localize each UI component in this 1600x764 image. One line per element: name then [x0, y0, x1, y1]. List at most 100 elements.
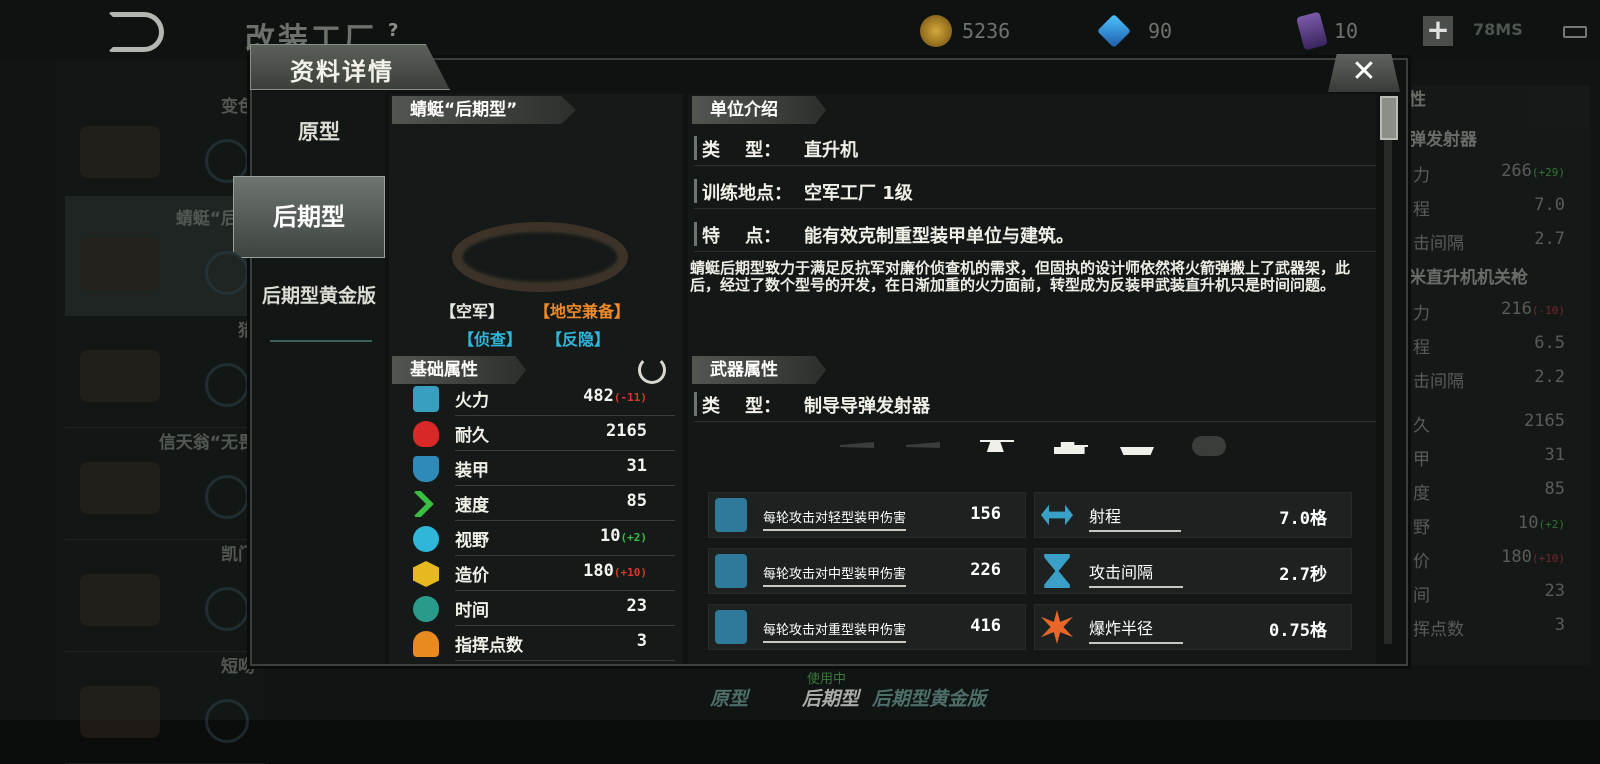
tag-anti-stealth: 【反隐】 [546, 330, 611, 349]
unit-type-icon [205, 587, 249, 631]
scrollbar-track[interactable] [1384, 96, 1392, 644]
bg-stat-row: 力 266(+29) [1413, 161, 1565, 186]
unit-type-icon [205, 475, 249, 519]
info-row-training: 训练地点： 空军工厂 1级 [694, 173, 1376, 209]
jet-thumbnail [80, 350, 160, 402]
explosion-icon [1041, 610, 1073, 644]
heavy-armor-icon [715, 610, 747, 644]
info-row-type: 类 型： 直升机 [694, 130, 1376, 166]
heart-icon [413, 421, 439, 447]
tank-icon [1054, 442, 1088, 454]
scrollbar-thumb[interactable] [1380, 96, 1398, 140]
background-stats-panel: 性 弹发射器 力 266(+29) 程 7.0 击间隔 2.7 米直升机机关枪 力 21… [1405, 85, 1590, 665]
range-card: 射程 7.0格 [1034, 492, 1352, 538]
unit-type-icon [205, 363, 249, 407]
card-resource: 10 [1296, 11, 1359, 51]
clock-icon [413, 596, 439, 622]
tab-late-gold[interactable]: 后期型黄金版 [253, 256, 385, 336]
info-row-feature: 特 点： 能有效克制重型装甲单位与建筑。 [694, 216, 1376, 252]
cost-cube-icon [413, 561, 439, 587]
blast-radius-card: 爆炸半径 0.75格 [1034, 604, 1352, 650]
bg-tab-late[interactable]: 后期型 [802, 684, 859, 711]
bg-unit-card[interactable]: 凯门 [65, 532, 265, 652]
dialog-title: 资料详情 [290, 58, 394, 86]
tag-air-force: 【空军】 [440, 302, 505, 321]
card-icon [1296, 11, 1328, 51]
command-icon [413, 631, 439, 657]
medium-armor-icon [715, 554, 747, 588]
attack-interval-card: 攻击间隔 2.7秒 [1034, 548, 1352, 594]
tag-air-ground: 【地空兼备】 [534, 302, 631, 321]
bg-unit-card[interactable]: 信天翁“无畏 [65, 420, 265, 540]
helicopter-thumbnail [80, 238, 160, 290]
back-icon[interactable] [108, 12, 164, 52]
hourglass-icon [1044, 554, 1070, 588]
eye-icon [413, 526, 439, 552]
ping-label: 78MS [1473, 20, 1523, 39]
weapon-type-row: 类 型： 制导导弹发射器 [694, 386, 1376, 422]
bg-stat-row: 程 6.5 [1413, 333, 1565, 358]
background-variant-tabs: 原型 后期型 后期型黄金版 [660, 672, 1010, 720]
bg-stat-row: 野 10(+2) [1413, 513, 1565, 538]
submarine-icon [1192, 436, 1226, 456]
stat-row-command: 指挥点数 3 [413, 627, 675, 661]
light-armor-icon [715, 498, 747, 532]
bg-unit-card[interactable]: 猎 [65, 308, 265, 428]
damage-medium-card: 每轮攻击对中型装甲伤害 226 [708, 548, 1026, 594]
tag-recon: 【侦查】 [458, 330, 523, 349]
ship-icon [1120, 447, 1154, 455]
add-resource-button[interactable]: + [1423, 16, 1453, 46]
divider [270, 340, 372, 342]
jet-thumbnail [80, 462, 160, 514]
card-amount: 10 [1334, 19, 1359, 43]
damage-light-card: 每轮攻击对轻型装甲伤害 156 [708, 492, 1026, 538]
bg-unit-card[interactable]: 短吻 [65, 644, 265, 764]
gold-amount: 5236 [962, 19, 1011, 43]
gold-resource: 5236 [920, 15, 1011, 47]
bg-stat-row: 间 23 [1413, 581, 1565, 606]
gem-resource: 90 [1097, 14, 1173, 48]
refresh-icon[interactable] [638, 356, 666, 384]
gold-coin-icon [920, 15, 952, 47]
diamond-icon [1097, 14, 1131, 48]
unit-intro-header: 单位介绍 [692, 96, 826, 124]
armor-shield-icon [413, 456, 439, 482]
tab-late[interactable]: 后期型 [233, 176, 385, 258]
stat-row-time: 时间 23 [413, 592, 675, 626]
background-unit-list: 变色 蜻蜓“后期 猎 信天翁“无畏 凯门 短吻 [55, 60, 265, 764]
gem-amount: 90 [1148, 19, 1173, 43]
speed-chevron-icon [413, 491, 434, 517]
stat-row-cost: 造价 180(+10) [413, 557, 675, 591]
helicopter-icon [980, 440, 1014, 452]
bg-tab-late-gold[interactable]: 后期型黄金版 [872, 684, 986, 711]
vehicle-thumbnail [80, 126, 160, 178]
target-type-icons [840, 436, 1226, 460]
help-icon[interactable]: ? [388, 20, 410, 42]
base-stats-header: 基础属性 [392, 356, 526, 384]
stat-row-speed: 速度 85 [413, 487, 675, 521]
fighter-jet-icon [840, 442, 874, 448]
weapon-header: 武器属性 [692, 356, 826, 384]
bg-stat-row: 度 85 [1413, 479, 1565, 504]
ship-thumbnail [80, 574, 160, 626]
bg-stat-row: 击间隔 2.2 [1413, 367, 1565, 392]
tab-prototype[interactable]: 原型 [253, 92, 385, 172]
unit-model-ring [452, 222, 628, 292]
close-button[interactable]: ✕ [1328, 54, 1400, 92]
bg-stat-row: 程 7.0 [1413, 195, 1565, 220]
unit-type-icon [205, 699, 249, 743]
bg-stat-row: 力 216(-10) [1413, 299, 1565, 324]
bg-stat-row: 久 2165 [1413, 411, 1565, 436]
bg-stat-row: 甲 31 [1413, 445, 1565, 470]
bg-stat-row: 击间隔 2.7 [1413, 229, 1565, 254]
battery-icon [1563, 26, 1587, 38]
stat-row-armor: 装甲 31 [413, 452, 675, 486]
vehicle-thumbnail [80, 686, 160, 738]
bg-stat-row: 价 180(+10) [1413, 547, 1565, 572]
damage-heavy-card: 每轮攻击对重型装甲伤害 416 [708, 604, 1026, 650]
stat-row-vision: 视野 10(+2) [413, 522, 675, 556]
stat-row-durability: 耐久 2165 [413, 417, 675, 451]
firepower-icon [413, 386, 439, 412]
bg-tab-prototype[interactable]: 原型 [710, 684, 748, 711]
bomber-jet-icon [906, 442, 940, 448]
